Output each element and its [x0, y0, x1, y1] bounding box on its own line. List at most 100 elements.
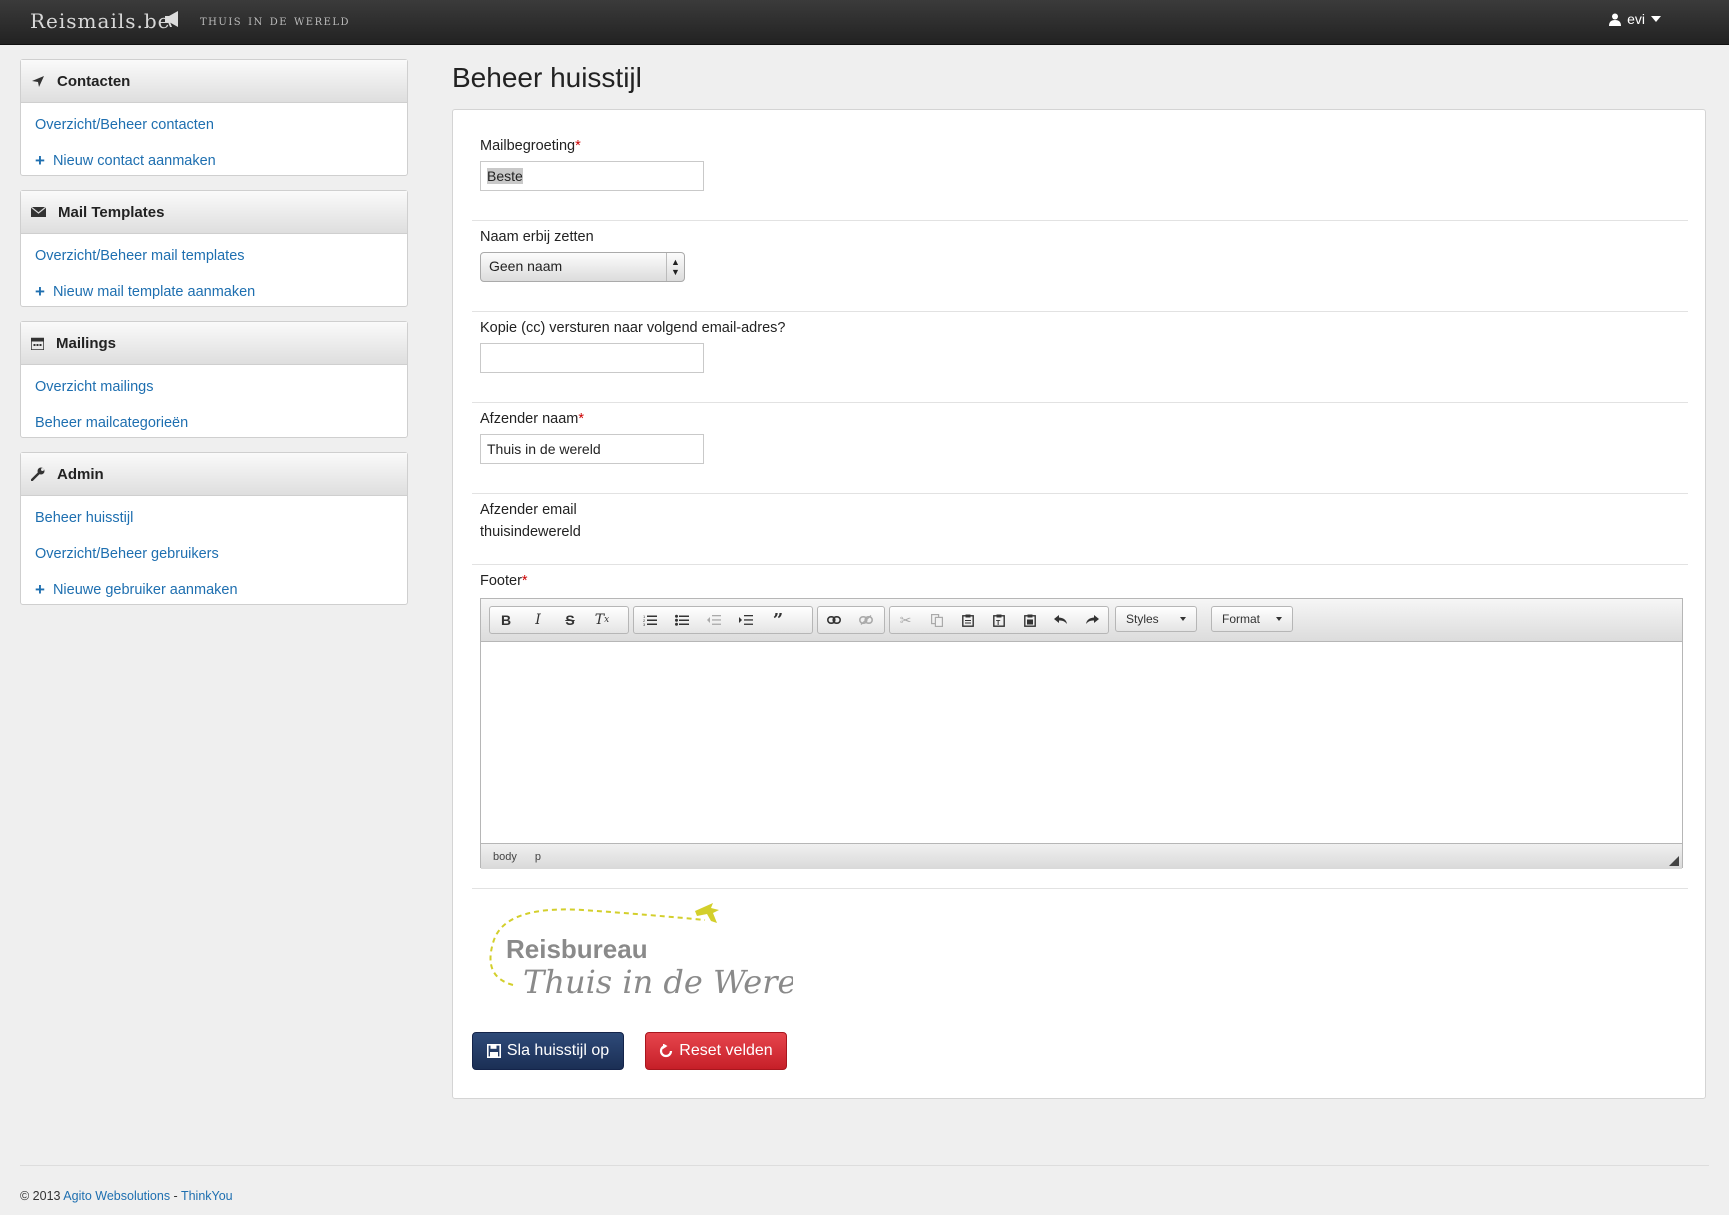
- brand-subtitle: Thuis in de wereld: [200, 13, 351, 29]
- italic-icon[interactable]: I: [522, 608, 554, 632]
- huisstijl-form: Mailbegroeting* Beste Naam erbij zetten …: [452, 109, 1706, 1099]
- agito-link[interactable]: Agito Websolutions: [63, 1189, 170, 1203]
- divider: [472, 402, 1688, 403]
- sender-email-label: Afzender email: [480, 502, 577, 518]
- cc-label: Kopie (cc) versturen naar volgend email-…: [480, 320, 786, 336]
- envelope-icon: [31, 206, 46, 217]
- required-mark: *: [575, 138, 581, 154]
- plane-icon: [32, 76, 44, 87]
- sender-email-field: Afzender email thuisindewereld: [480, 502, 581, 540]
- thinkyou-link[interactable]: ThinkYou: [181, 1189, 233, 1203]
- divider: [472, 493, 1688, 494]
- caret-down-icon: [1180, 617, 1186, 621]
- top-navbar: Reismails.be Thuis in de wereld evi: [0, 0, 1729, 45]
- copy-icon[interactable]: [921, 608, 952, 632]
- name-option-select[interactable]: Geen naam ▲ ▼: [480, 252, 685, 282]
- bold-icon[interactable]: B: [490, 608, 522, 632]
- link-label: Overzicht/Beheer mail templates: [35, 248, 245, 264]
- path-item-body[interactable]: body: [493, 851, 517, 863]
- copyright-text: © 2013: [20, 1189, 61, 1203]
- greeting-value: Beste: [487, 168, 523, 184]
- panel-heading-contacten: Contacten: [21, 60, 407, 103]
- footer-field: Footer*: [480, 573, 528, 589]
- sidebar-item-beheer-huisstijl[interactable]: Beheer huisstijl: [21, 500, 407, 536]
- editor-statusbar: body p: [481, 843, 1682, 869]
- sidebar-item-beheer-categorieen[interactable]: Beheer mailcategorieën: [21, 405, 407, 441]
- sidebar-item-nieuwe-gebruiker[interactable]: + Nieuwe gebruiker aanmaken: [21, 572, 407, 608]
- panel-mail-templates: Mail Templates Overzicht/Beheer mail tem…: [20, 190, 408, 307]
- svg-text:3: 3: [643, 622, 646, 626]
- greeting-label: Mailbegroeting: [480, 138, 576, 154]
- undo-icon[interactable]: [1046, 608, 1077, 632]
- redo-icon[interactable]: [1077, 608, 1108, 632]
- panel-title: Mailings: [56, 334, 117, 352]
- blockquote-icon[interactable]: ”: [762, 608, 794, 632]
- megaphone-icon: [165, 11, 178, 27]
- bullet-list-icon[interactable]: [666, 608, 698, 632]
- user-icon: [1609, 13, 1622, 26]
- greeting-input[interactable]: Beste: [480, 161, 704, 191]
- sender-name-input[interactable]: Thuis in de wereld: [480, 434, 704, 464]
- user-menu[interactable]: evi: [1609, 11, 1661, 27]
- plus-icon: +: [35, 151, 45, 170]
- panel-mailings: Mailings Overzicht mailings Beheer mailc…: [20, 321, 408, 438]
- remove-format-icon[interactable]: Tx: [586, 608, 618, 632]
- plus-icon: +: [35, 282, 45, 301]
- wrench-icon: [31, 467, 45, 481]
- brand-logo[interactable]: Reismails.be: [30, 9, 171, 33]
- numbered-list-icon[interactable]: 123: [634, 608, 666, 632]
- toolbar-group-basic: B I S Tx: [489, 606, 629, 634]
- link-label: Nieuw contact aanmaken: [52, 153, 216, 169]
- format-dropdown[interactable]: Format: [1211, 606, 1293, 632]
- save-button-label: Sla huisstijl op: [506, 1042, 610, 1059]
- path-item-p[interactable]: p: [535, 851, 541, 863]
- panel-heading-admin: Admin: [21, 453, 407, 496]
- name-option-label: Naam erbij zetten: [480, 229, 594, 245]
- panel-title: Mail Templates: [58, 203, 165, 221]
- sidebar-item-overzicht-contacten[interactable]: Overzicht/Beheer contacten: [21, 107, 407, 143]
- toolbar-group-links: [817, 606, 885, 634]
- caret-down-icon: [1276, 617, 1282, 621]
- user-name: evi: [1627, 11, 1645, 27]
- editor-content-area[interactable]: [481, 642, 1682, 843]
- paste-text-icon[interactable]: T: [983, 608, 1014, 632]
- sidebar-item-nieuw-contact[interactable]: + Nieuw contact aanmaken: [21, 143, 407, 179]
- reset-button[interactable]: Reset velden: [645, 1032, 787, 1070]
- panel-title: Contacten: [57, 72, 131, 90]
- greeting-field: Mailbegroeting* Beste: [480, 138, 704, 191]
- sidebar-item-overzicht-gebruikers[interactable]: Overzicht/Beheer gebruikers: [21, 536, 407, 572]
- sidebar-item-overzicht-templates[interactable]: Overzicht/Beheer mail templates: [21, 238, 407, 274]
- unlink-icon[interactable]: [850, 608, 882, 632]
- toolbar-group-clipboard: ✂ T: [889, 606, 1109, 634]
- format-label: Format: [1222, 612, 1261, 626]
- save-button[interactable]: Sla huisstijl op: [472, 1032, 624, 1070]
- cc-input[interactable]: [480, 343, 704, 373]
- strikethrough-icon[interactable]: S: [554, 608, 586, 632]
- link-label: Overzicht/Beheer contacten: [35, 117, 214, 133]
- editor-toolbar: B I S Tx 123 ” ✂ T Styles Format: [481, 599, 1682, 642]
- sidebar-item-overzicht-mailings[interactable]: Overzicht mailings: [21, 369, 407, 405]
- cut-icon[interactable]: ✂: [890, 608, 921, 632]
- styles-dropdown[interactable]: Styles: [1115, 606, 1197, 632]
- refresh-icon: [660, 1044, 673, 1058]
- divider: [472, 311, 1688, 312]
- link-label: Overzicht/Beheer gebruikers: [35, 546, 219, 562]
- link-label: Nieuw mail template aanmaken: [52, 284, 256, 300]
- paste-word-icon[interactable]: [1015, 608, 1046, 632]
- panel-admin: Admin Beheer huisstijl Overzicht/Beheer …: [20, 452, 408, 605]
- sidebar-item-nieuw-template[interactable]: + Nieuw mail template aanmaken: [21, 274, 407, 310]
- resize-handle-icon[interactable]: [1669, 856, 1679, 866]
- panel-title: Admin: [57, 465, 104, 483]
- outdent-icon[interactable]: [698, 608, 730, 632]
- link-icon[interactable]: [818, 608, 850, 632]
- toolbar-group-lists: 123 ”: [633, 606, 813, 634]
- name-option-field: Naam erbij zetten Geen naam ▲ ▼: [480, 229, 685, 282]
- link-label: Nieuwe gebruiker aanmaken: [52, 582, 238, 598]
- link-label: Overzicht mailings: [35, 379, 154, 395]
- footer-separator: -: [170, 1189, 181, 1203]
- select-arrows-icon: ▲ ▼: [666, 253, 684, 281]
- paste-icon[interactable]: [952, 608, 983, 632]
- floppy-icon: [486, 1044, 501, 1058]
- indent-icon[interactable]: [730, 608, 762, 632]
- page-title: Beheer huisstijl: [452, 62, 642, 93]
